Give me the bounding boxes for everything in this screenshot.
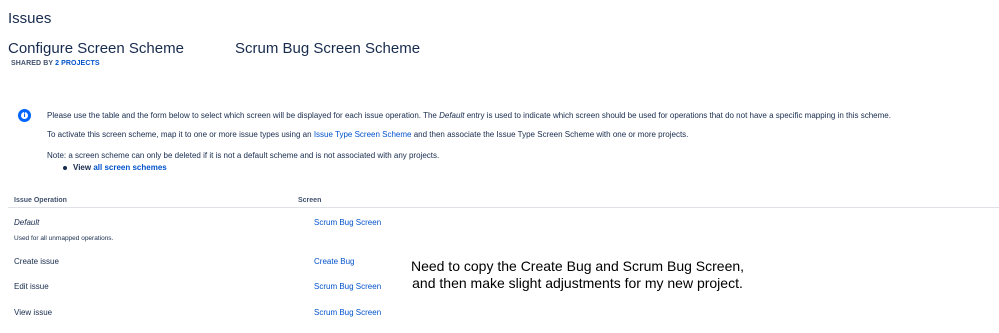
page-title: Configure Screen Scheme: [8, 40, 184, 57]
operation-create-issue: Create issue: [14, 257, 59, 266]
operation-view-issue: View issue: [14, 308, 53, 317]
shared-projects-link[interactable]: 2 PROJECTS: [55, 60, 100, 67]
screen-link-view-issue[interactable]: Scrum Bug Screen: [314, 308, 381, 317]
info-icon: i: [18, 109, 31, 122]
operation-default: Default: [14, 218, 40, 227]
scheme-name: Scrum Bug Screen Scheme: [235, 40, 421, 57]
operation-edit-issue: Edit issue: [14, 282, 49, 291]
operation-default-note: Used for all unmapped operations.: [14, 235, 114, 242]
view-schemes-bullet: View all screen schemes: [63, 163, 167, 172]
section-title: Issues: [8, 10, 52, 27]
column-header-operation: Issue Operation: [14, 197, 67, 204]
screen-link-create-issue[interactable]: Create Bug: [314, 257, 354, 266]
annotation-note: Need to copy the Create Bug and Scrum Bu…: [410, 258, 745, 291]
table-header-divider: [8, 207, 999, 208]
screen-link-default[interactable]: Scrum Bug Screen: [314, 218, 381, 227]
info-line-3: Note: a screen scheme can only be delete…: [47, 151, 440, 160]
info-line-1: Please use the table and the form below …: [47, 111, 891, 120]
issue-type-screen-scheme-link[interactable]: Issue Type Screen Scheme: [314, 130, 412, 139]
bullet-dot-icon: [63, 165, 67, 170]
shared-by-label: SHARED BY 2 PROJECTS: [11, 60, 100, 67]
column-header-screen: Screen: [298, 197, 322, 204]
info-line-2: To activate this screen scheme, map it t…: [47, 130, 689, 139]
shared-by-prefix: SHARED BY: [11, 60, 54, 67]
all-screen-schemes-link[interactable]: all screen schemes: [93, 163, 166, 172]
screen-link-edit-issue[interactable]: Scrum Bug Screen: [314, 282, 381, 291]
